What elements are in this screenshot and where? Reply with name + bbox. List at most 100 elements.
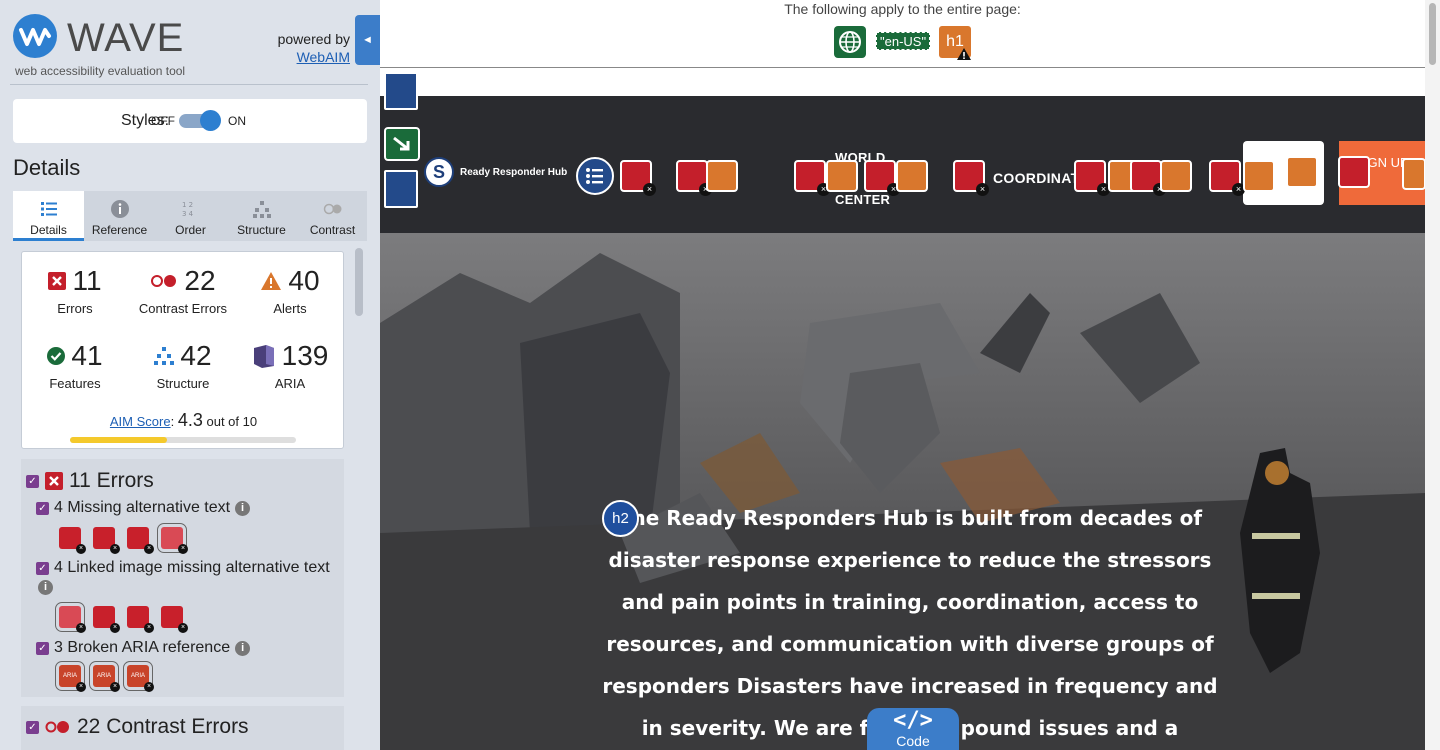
structure-stat[interactable]: 42 Structure <box>133 339 233 391</box>
error-overlay-icon[interactable]: × <box>1209 160 1245 196</box>
error-icon <box>48 272 67 290</box>
error-overlay-icon[interactable]: × <box>676 160 712 196</box>
errors-heading-label: 11 Errors <box>69 469 154 492</box>
tab-contrast[interactable]: Contrast <box>297 191 368 241</box>
region-landmark-icon[interactable] <box>384 72 418 110</box>
broken-aria-icon[interactable]: ARIA × <box>89 661 120 692</box>
error-overlay-icon[interactable]: × <box>953 160 989 196</box>
missing-alt-icon[interactable]: × <box>59 527 86 554</box>
info-icon[interactable]: i <box>235 500 251 516</box>
wave-logo-icon <box>13 14 57 58</box>
tab-reference[interactable]: Reference <box>84 191 155 241</box>
styles-off-label: OFF <box>151 114 175 128</box>
broken-aria-checkbox[interactable]: ✓ <box>36 641 49 655</box>
code-icon: </> <box>893 708 933 733</box>
tab-structure[interactable]: Structure <box>226 191 297 241</box>
header-landmark-icon[interactable] <box>384 170 418 208</box>
tab-order[interactable]: 1 23 4 Order <box>155 191 226 241</box>
linked-image-checkbox[interactable]: ✓ <box>36 561 49 575</box>
skip-link-icon[interactable] <box>384 127 420 161</box>
tab-order-label: Order <box>175 223 206 237</box>
errors-checkbox[interactable]: ✓ <box>26 474 39 488</box>
svg-text:3 4: 3 4 <box>182 210 194 218</box>
errors-heading[interactable]: ✓ 11 Errors <box>26 469 154 493</box>
alerts-stat[interactable]: 40 Alerts <box>240 264 340 316</box>
site-logo-icon[interactable]: S <box>424 157 454 187</box>
aim-score-value: 4.3 <box>177 410 203 430</box>
structure-label: Structure <box>156 376 210 391</box>
alert-overlay-icon[interactable] <box>1286 156 1318 188</box>
page-scrollbar-thumb[interactable] <box>1429 3 1436 65</box>
panel-tabs: Details Reference 1 23 4 Order Structure… <box>13 191 367 241</box>
error-overlay-icon[interactable] <box>1338 156 1370 188</box>
info-icon[interactable]: i <box>235 640 251 656</box>
aria-icon <box>253 345 274 368</box>
page-scrollbar-track[interactable] <box>1425 0 1440 750</box>
alert-overlay-icon[interactable] <box>706 160 738 192</box>
contrast-stat[interactable]: 22 Contrast Errors <box>133 264 233 316</box>
alert-overlay-icon[interactable] <box>1160 160 1192 192</box>
warning-icon <box>957 48 971 60</box>
missing-alt-icon[interactable]: × <box>93 527 120 554</box>
tab-details[interactable]: Details <box>13 191 84 241</box>
missing-alt-checkbox[interactable]: ✓ <box>36 501 49 515</box>
error-type-label: 4 Missing alternative text <box>54 499 231 516</box>
errors-panel: ✓ 11 Errors ✓ 4 Missing alternative text… <box>21 459 344 697</box>
styles-switch-knob[interactable] <box>200 110 221 131</box>
collapse-sidebar-button[interactable]: ◄ <box>355 15 380 65</box>
alert-overlay-icon[interactable] <box>1402 158 1426 190</box>
language-globe-icon[interactable] <box>834 26 866 58</box>
wave-sidebar: WAVE web accessibility evaluation tool p… <box>0 0 380 750</box>
error-overlay-icon[interactable]: × <box>794 160 830 196</box>
error-type-row: ✓ 3 Broken ARIA reference i <box>36 639 251 657</box>
aim-score-bar <box>70 437 296 443</box>
list-icon[interactable] <box>576 157 614 195</box>
contrast-icon <box>323 203 341 215</box>
sidebar-scrollbar[interactable] <box>355 248 363 316</box>
error-overlay-icon[interactable]: × <box>620 160 656 196</box>
linked-image-alt-icon[interactable]: × <box>127 606 154 633</box>
contrast-checkbox[interactable]: ✓ <box>26 720 39 734</box>
aria-stat[interactable]: 139 ARIA <box>240 339 340 391</box>
aim-score-fill <box>70 437 168 443</box>
tab-reference-label: Reference <box>91 223 148 237</box>
features-stat[interactable]: 41 Features <box>25 339 125 391</box>
contrast-errors-heading-label: 22 Contrast Errors <box>77 715 249 738</box>
site-logo-text[interactable]: Ready Responder Hub <box>460 167 567 178</box>
errors-stat[interactable]: 11 Errors <box>25 264 125 316</box>
webaim-link[interactable]: WebAIM <box>297 49 350 65</box>
errors-count: 11 <box>72 265 102 296</box>
alert-overlay-icon[interactable] <box>896 160 928 192</box>
info-icon[interactable]: i <box>38 580 53 595</box>
nav-center-label[interactable]: CENTER <box>835 192 890 207</box>
aim-score-link[interactable]: AIM Score <box>110 414 171 429</box>
linked-image-alt-icon[interactable]: × <box>93 606 120 633</box>
styles-on-label: ON <box>228 114 246 128</box>
broken-aria-icons: ARIA × ARIA × ARIA × <box>55 661 154 692</box>
linked-image-alt-icon[interactable]: × <box>161 606 188 633</box>
list-icon <box>40 202 57 216</box>
missing-alt-icon[interactable]: × <box>127 527 154 554</box>
alerts-count: 40 <box>288 265 320 296</box>
error-type-label: 4 Linked image missing alternative text <box>54 559 330 576</box>
contrast-error-icon <box>45 721 69 733</box>
alert-overlay-icon[interactable] <box>1243 160 1275 192</box>
code-label: Code <box>896 733 930 749</box>
missing-alt-icon[interactable]: × <box>157 523 188 554</box>
error-overlay-icon[interactable]: × <box>864 160 900 196</box>
features-label: Features <box>49 376 101 391</box>
broken-aria-icon[interactable]: ARIA × <box>123 661 154 692</box>
linked-image-alt-icon[interactable]: × <box>55 602 86 633</box>
nav-coordinat-label[interactable]: COORDINAT <box>993 170 1079 186</box>
language-badge[interactable]: "en-US" <box>876 32 931 50</box>
code-toggle-button[interactable]: </> Code <box>867 708 959 750</box>
h2-heading-icon[interactable]: h2 <box>602 500 639 537</box>
error-overlay-icon[interactable]: × <box>1130 160 1166 196</box>
structure-count: 42 <box>180 340 212 371</box>
broken-aria-icon[interactable]: ARIA × <box>55 661 86 692</box>
error-overlay-icon[interactable]: × <box>1074 160 1110 196</box>
contrast-errors-heading[interactable]: ✓ 22 Contrast Errors <box>26 715 249 739</box>
aria-count: 139 <box>281 340 329 371</box>
alert-icon <box>261 272 282 290</box>
tab-contrast-label: Contrast <box>309 223 356 237</box>
